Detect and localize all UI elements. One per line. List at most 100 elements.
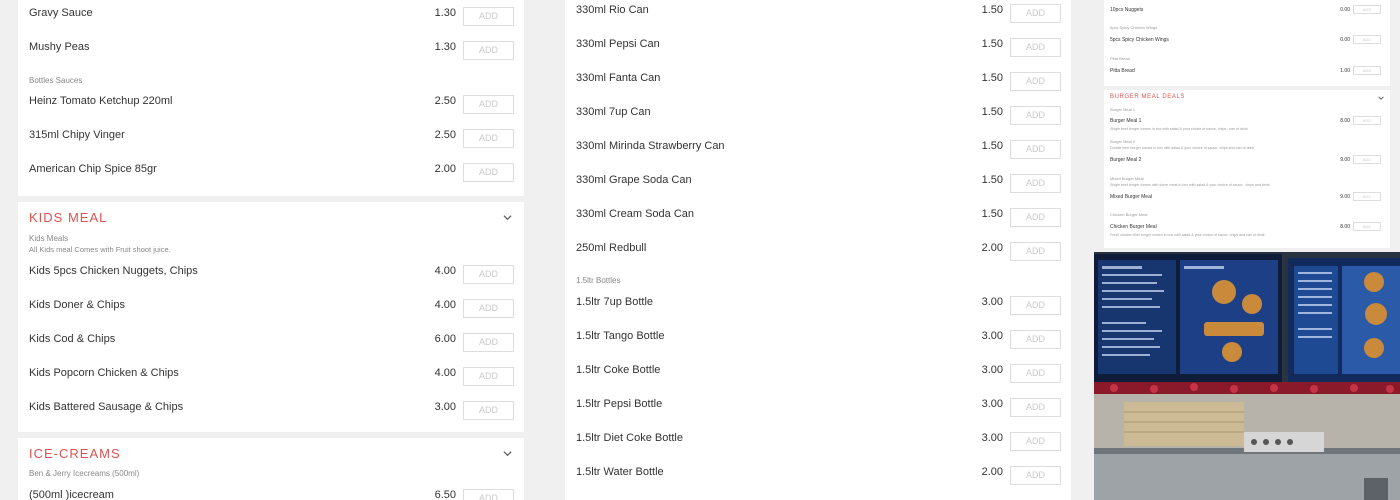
category-header-ice-creams[interactable]: ICE-CREAMS [18, 438, 524, 468]
menu-item: Kids Cod & Chips 6.00 ADD [18, 326, 524, 360]
item-price: 3.00 [981, 296, 1003, 308]
item-name: 1.5ltr Tango Bottle [576, 330, 665, 342]
category-title: KIDS MEAL [29, 210, 108, 225]
add-button[interactable]: ADD [1010, 4, 1061, 23]
item-price: 1.30 [434, 7, 456, 19]
add-button[interactable]: ADD [1010, 296, 1061, 315]
add-button[interactable]: ADD [463, 41, 514, 60]
menu-item: Kids Doner & Chips 4.00 ADD [18, 292, 524, 326]
menu-item: (500ml )icecream 6.50 ADD [18, 483, 524, 500]
add-button[interactable]: ADD [1010, 140, 1061, 159]
item-price: 3.00 [434, 401, 456, 413]
item-name: 330ml Fanta Can [576, 72, 661, 84]
item-price: 3.00 [981, 432, 1003, 444]
item-name: 1.5ltr Water Bottle [576, 466, 664, 478]
category-title[interactable]: BURGER MEAL DEALS [1110, 94, 1185, 100]
shop-interior-photo [1094, 252, 1400, 500]
menu-item: Kids Popcorn Chicken & Chips 4.00 ADD [18, 360, 524, 394]
add-button[interactable]: ADD [1353, 192, 1381, 201]
add-button[interactable]: ADD [1010, 106, 1061, 125]
item-description: Fresh chicken fillet burger comes in box… [1110, 233, 1265, 237]
item-price: 6.50 [434, 489, 456, 500]
menu-panel-kids-meal: KIDS MEAL Kids Meals All Kids meal Comes… [18, 202, 524, 432]
add-button[interactable]: ADD [1010, 242, 1061, 261]
menu-column-right: 10pcs Nuggets 0.00 ADD 5pcs Spicy Chicke… [1104, 0, 1390, 248]
item-name: Kids Popcorn Chicken & Chips [29, 367, 179, 379]
add-button[interactable]: ADD [463, 265, 514, 284]
add-button[interactable]: ADD [1353, 5, 1381, 14]
item-name: Kids Cod & Chips [29, 333, 116, 345]
add-button[interactable]: ADD [1010, 398, 1061, 417]
item-description: Single beef burger comes in box with sal… [1110, 127, 1248, 131]
menu-item: 1.5ltr Water Bottle 2.00 ADD [565, 459, 1071, 493]
menu-item: 1.5ltr Tango Bottle 3.00 ADD [565, 323, 1071, 357]
menu-item: 5pcs Spicy Chicken Wings 0.00 ADD [1110, 35, 1385, 49]
item-price: 1.00 [1340, 68, 1350, 74]
add-button[interactable]: ADD [1353, 222, 1381, 231]
item-name: 330ml 7up Can [576, 106, 651, 118]
item-name: Kids Doner & Chips [29, 299, 125, 311]
add-button[interactable]: ADD [463, 367, 514, 386]
add-button[interactable]: ADD [1010, 38, 1061, 57]
subcategory-description: All Kids meal Comes with Fruit shoot jui… [29, 245, 171, 254]
add-button[interactable]: ADD [1353, 66, 1381, 75]
item-name: 330ml Pepsi Can [576, 38, 660, 50]
add-button[interactable]: ADD [1353, 155, 1381, 164]
add-button[interactable]: ADD [1010, 466, 1061, 485]
menu-item: Mixed Burger Meal 9.00 ADD [1110, 192, 1385, 206]
item-name: Pitta Bread [1110, 68, 1135, 74]
item-name: 315ml Chipy Vinger [29, 129, 125, 141]
item-name: Heinz Tomato Ketchup 220ml [29, 95, 173, 107]
menu-item: 330ml Grape Soda Can 1.50 ADD [565, 167, 1071, 201]
menu-item: 1.5ltr Pepsi Bottle 3.00 ADD [565, 391, 1071, 425]
add-button[interactable]: ADD [1010, 330, 1061, 349]
item-name: 250ml Redbull [576, 242, 647, 254]
add-button[interactable]: ADD [463, 333, 514, 352]
item-price: 4.00 [434, 367, 456, 379]
add-button[interactable]: ADD [1010, 364, 1061, 383]
menu-item: 330ml Cream Soda Can 1.50 ADD [565, 201, 1071, 235]
menu-item: 1.5ltr 7up Bottle 3.00 ADD [565, 289, 1071, 323]
item-name: 1.5ltr 7up Bottle [576, 296, 654, 308]
item-price: 3.00 [981, 330, 1003, 342]
item-price: 1.50 [981, 174, 1003, 186]
menu-item: Gravy Sauce 1.30 ADD [18, 0, 524, 34]
item-price: 1.50 [981, 106, 1003, 118]
add-button[interactable]: ADD [463, 401, 514, 420]
item-name: 1.5ltr Diet Coke Bottle [576, 432, 683, 444]
add-button[interactable]: ADD [1353, 35, 1381, 44]
shop-photo-illustration [1094, 252, 1400, 500]
item-price: 4.00 [434, 299, 456, 311]
menu-item: Kids 5pcs Chicken Nuggets, Chips 4.00 AD… [18, 258, 524, 292]
add-button[interactable]: ADD [463, 129, 514, 148]
menu-item: 330ml 7up Can 1.50 ADD [565, 99, 1071, 133]
add-button[interactable]: ADD [463, 95, 514, 114]
add-button[interactable]: ADD [463, 7, 514, 26]
menu-column-middle: 330ml Rio Can 1.50 ADD 330ml Pepsi Can 1… [565, 0, 1071, 500]
item-name: Kids 5pcs Chicken Nuggets, Chips [29, 265, 198, 277]
item-price: 1.50 [981, 72, 1003, 84]
menu-panel-sauces: Gravy Sauce 1.30 ADD Mushy Peas 1.30 ADD… [18, 0, 524, 196]
add-button[interactable]: ADD [463, 163, 514, 182]
add-button[interactable]: ADD [1010, 208, 1061, 227]
item-name: Gravy Sauce [29, 7, 93, 19]
menu-item: 315ml Chipy Vinger 2.50 ADD [18, 122, 524, 156]
menu-item: Pitta Bread 1.00 ADD [1110, 66, 1385, 80]
add-button[interactable]: ADD [1010, 432, 1061, 451]
add-button[interactable]: ADD [463, 489, 514, 500]
subcategory-label: Bottles Sauces [29, 76, 83, 85]
panel-divider [1104, 86, 1390, 90]
add-button[interactable]: ADD [1010, 174, 1061, 193]
item-price: 1.50 [981, 4, 1003, 16]
subcategory-label: Pitta Bread [1110, 56, 1130, 61]
item-price: 1.50 [981, 208, 1003, 220]
item-price: 8.00 [1340, 224, 1350, 230]
menu-panel-ice-creams: ICE-CREAMS Ben & Jerry Icecreams (500ml)… [18, 438, 524, 500]
category-header-kids-meal[interactable]: KIDS MEAL [18, 202, 524, 232]
item-name: (500ml )icecream [29, 489, 114, 500]
add-button[interactable]: ADD [463, 299, 514, 318]
add-button[interactable]: ADD [1010, 72, 1061, 91]
add-button[interactable]: ADD [1353, 116, 1381, 125]
item-price: 1.50 [981, 140, 1003, 152]
subcategory-label: Ben & Jerry Icecreams (500ml) [29, 469, 140, 478]
